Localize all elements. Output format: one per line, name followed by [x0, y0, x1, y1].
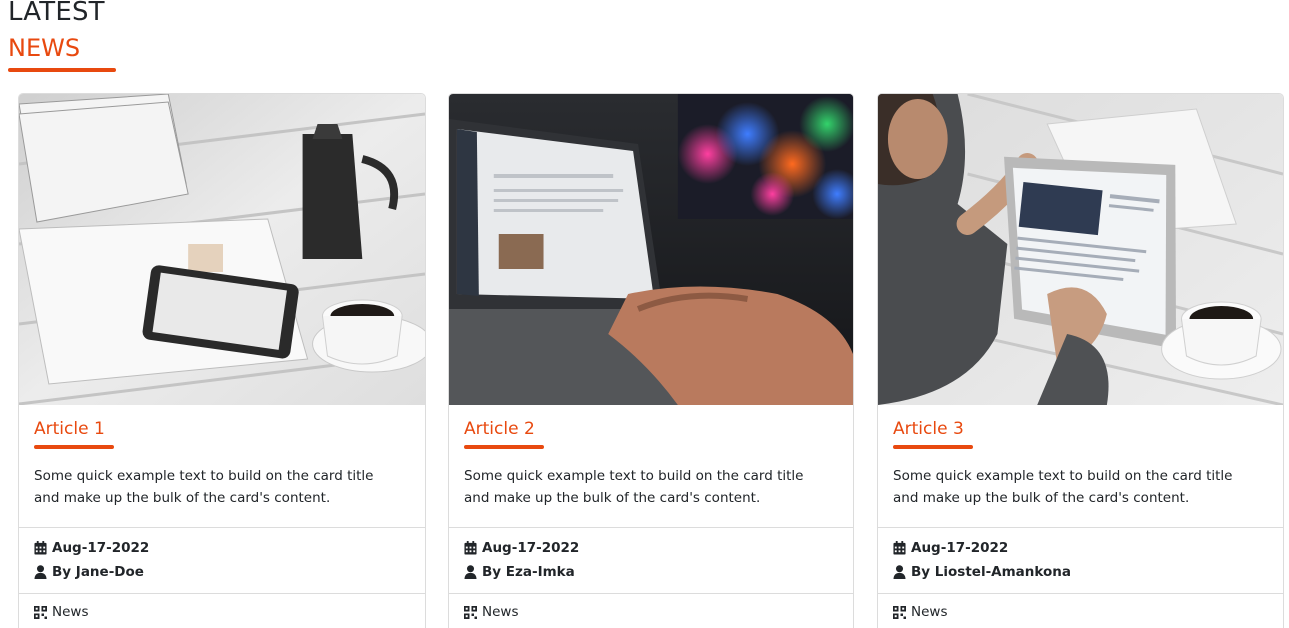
card-text: Some quick example text to build on the …: [34, 468, 374, 506]
category-row[interactable]: News: [464, 601, 838, 623]
card-body: Article 1 Some quick example text to bui…: [19, 405, 425, 527]
card-meta: Aug-17-2022 By Jane-Doe: [19, 527, 425, 593]
tablet-reading-photo: [878, 94, 1283, 405]
card-category: News: [449, 593, 853, 628]
heading-latest: LATEST: [8, 0, 105, 27]
card-category: News: [878, 593, 1283, 628]
post-date: Aug-17-2022: [911, 540, 1009, 556]
post-date: Aug-17-2022: [52, 540, 150, 556]
post-author[interactable]: By Jane-Doe: [52, 560, 144, 584]
news-card[interactable]: Article 1 Some quick example text to bui…: [18, 93, 426, 628]
news-card-list: Article 1 Some quick example text to bui…: [18, 93, 1284, 628]
card-text: Some quick example text to build on the …: [893, 468, 1233, 506]
card-image[interactable]: [878, 94, 1283, 405]
section-heading: LATEST NEWS: [8, 0, 116, 72]
news-card[interactable]: Article 3 Some quick example text to bui…: [877, 93, 1284, 628]
date-row: Aug-17-2022: [893, 536, 1268, 560]
news-card[interactable]: Article 2 Some quick example text to bui…: [448, 93, 854, 628]
post-author[interactable]: By Eza-Imka: [482, 560, 575, 584]
category-row[interactable]: News: [893, 601, 1268, 623]
category-label: News: [52, 604, 89, 620]
heading-news: NEWS: [8, 34, 81, 62]
card-title[interactable]: Article 1: [34, 418, 410, 440]
card-meta: Aug-17-2022 By Liostel-Amankona: [878, 527, 1283, 593]
calendar-icon: [34, 541, 47, 555]
author-row: By Jane-Doe: [34, 560, 410, 584]
post-date: Aug-17-2022: [482, 540, 580, 556]
card-image[interactable]: [19, 94, 425, 405]
user-icon: [464, 565, 477, 579]
category-label: News: [911, 604, 948, 620]
post-author[interactable]: By Liostel-Amankona: [911, 560, 1071, 584]
author-row: By Eza-Imka: [464, 560, 838, 584]
title-underline: [34, 445, 114, 449]
card-text: Some quick example text to build on the …: [464, 468, 804, 506]
card-category: News: [19, 593, 425, 628]
heading-underline: [8, 68, 116, 72]
author-row: By Liostel-Amankona: [893, 560, 1268, 584]
user-icon: [893, 565, 906, 579]
card-title[interactable]: Article 2: [464, 418, 838, 440]
date-row: Aug-17-2022: [464, 536, 838, 560]
card-meta: Aug-17-2022 By Eza-Imka: [449, 527, 853, 593]
card-body: Article 2 Some quick example text to bui…: [449, 405, 853, 527]
user-icon: [34, 565, 47, 579]
date-row: Aug-17-2022: [34, 536, 410, 560]
category-row[interactable]: News: [34, 601, 410, 623]
qrcode-icon: [34, 605, 47, 619]
card-image[interactable]: [449, 94, 853, 405]
title-underline: [464, 445, 544, 449]
card-body: Article 3 Some quick example text to bui…: [878, 405, 1283, 527]
calendar-icon: [464, 541, 477, 555]
title-underline: [893, 445, 973, 449]
calendar-icon: [893, 541, 906, 555]
card-title[interactable]: Article 3: [893, 418, 1268, 440]
laptop-typing-photo: [449, 94, 853, 405]
coffee-tablet-desk-photo: [19, 94, 425, 405]
qrcode-icon: [464, 605, 477, 619]
qrcode-icon: [893, 605, 906, 619]
category-label: News: [482, 604, 519, 620]
